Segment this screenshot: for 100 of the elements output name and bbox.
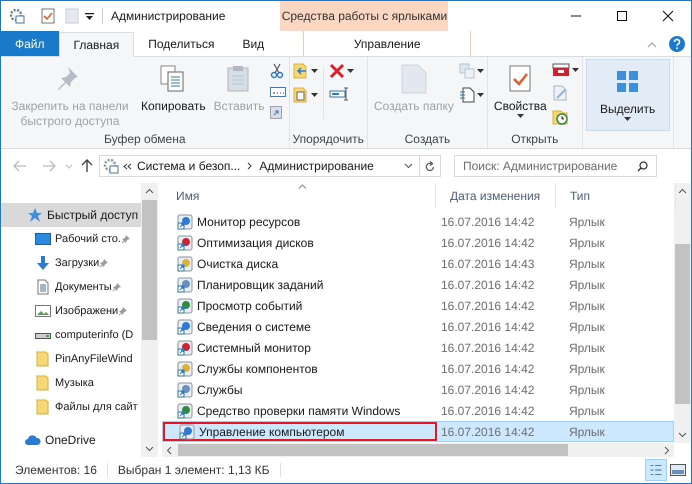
dropdown-icon[interactable] [516,114,524,118]
shortcut-icon [177,340,193,356]
scroll-down-icon[interactable] [145,446,154,452]
rename-icon[interactable] [328,87,348,101]
ribbon-tab[interactable]: Файл [1,31,59,56]
scissors-icon[interactable] [270,63,284,79]
file-row[interactable]: Службы 16.07.2016 14:42 Ярлык [162,379,674,400]
search-field[interactable]: Поиск: Администрирование [454,155,657,177]
ribbon-group-label: Создать [404,132,450,146]
date-cell: 16.07.2016 14:42 [441,424,534,438]
easy-access-icon[interactable] [458,87,475,103]
status-item-count: Элементов: 16 [15,462,97,479]
window-title: Администрирование [111,8,226,25]
scroll-right-icon[interactable] [664,446,670,454]
shortcut-icon [177,382,193,398]
search-icon[interactable] [637,160,648,172]
dropdown-icon[interactable] [624,117,632,121]
date-cell: 16.07.2016 14:42 [441,320,534,334]
file-name: Средство проверки памяти Windows [197,402,400,420]
nav-item[interactable]: Рабочий сто. [1,227,141,251]
ribbon-tab[interactable]: Поделиться [134,31,228,56]
help-icon[interactable] [669,36,685,52]
scroll-up-icon[interactable] [145,188,154,194]
shortcut-icon [177,318,193,334]
date-cell: 16.07.2016 14:42 [441,340,534,354]
breadcrumb-item[interactable]: Система и безоп... [137,157,240,175]
refresh-icon[interactable] [425,160,435,172]
file-row[interactable]: Оптимизация дисков 16.07.2016 14:42 Ярлык [162,232,674,253]
dropdown-icon[interactable] [346,69,354,73]
file-name: Сведения о системе [197,318,311,336]
dropdown-icon[interactable] [476,93,484,97]
shortcut-icon [177,276,193,292]
nav-item[interactable]: Загрузки [1,251,141,275]
nav-item[interactable]: Быстрый доступ [1,203,141,227]
ribbon-group-label: Упорядочить [292,132,364,146]
scrollbar-thumb[interactable] [178,444,568,456]
type-cell: Ярлык [569,362,605,376]
type-cell: Ярлык [569,256,605,270]
collapse-ribbon-icon[interactable] [647,42,657,48]
file-row[interactable]: Планировщик заданий 16.07.2016 14:42 Ярлык [162,274,674,295]
ribbon-group-label: Открыть [511,132,558,146]
up-icon[interactable] [81,159,93,173]
nav-item[interactable]: Файлы для сайт [1,395,141,419]
star-icon [27,207,43,223]
file-row[interactable]: Просмотр событий 16.07.2016 14:42 Ярлык [162,295,674,316]
scroll-down-icon[interactable] [678,432,687,438]
details-view-icon[interactable] [645,459,667,481]
date-cell: 16.07.2016 14:42 [441,382,534,396]
file-name: Монитор ресурсов [197,214,300,230]
file-row[interactable]: Управление компьютером 16.07.2016 14:42 Ярлык [162,421,674,442]
scrollbar-thumb[interactable] [142,200,157,340]
ribbon-tab[interactable]: Вид [228,31,278,56]
file-row[interactable]: Очистка диска 16.07.2016 14:43 Ярлык [162,253,674,274]
folder-icon [35,351,51,367]
ribbon-tab[interactable]: Управление [303,31,472,56]
paste-shortcut-icon[interactable] [270,105,282,119]
props-button[interactable]: Свойства [490,57,550,118]
nav-item[interactable]: Музыка [1,371,141,395]
nav-item[interactable]: Документы [1,275,141,299]
file-row[interactable]: Средство проверки памяти Windows 16.07.2016 14:42 Ярлык [162,400,674,421]
checklist-icon[interactable] [41,8,55,24]
delete-icon[interactable] [328,63,344,79]
dropdown-icon[interactable] [85,12,94,20]
copy-to-icon[interactable] [292,87,308,103]
nav-item[interactable]: Изображени [1,299,141,323]
date-cell: 16.07.2016 14:42 [441,236,534,250]
nav-item[interactable]: PinAnyFileWind [1,347,141,371]
dropdown-icon[interactable] [572,68,579,72]
dropdown-icon[interactable] [476,69,484,73]
copy-path-icon[interactable] [270,87,286,97]
large-icons-view-icon[interactable] [669,462,687,478]
copy-button[interactable]: Копировать [138,57,209,114]
history-icon[interactable] [552,109,568,125]
breadcrumb-item[interactable]: Администрирование [259,157,374,175]
nav-item[interactable]: OneDrive [1,428,141,452]
toolbox-icon[interactable] [552,63,570,77]
dropdown-icon[interactable] [310,93,318,97]
scrollbar-thumb[interactable] [675,244,690,404]
address-bar[interactable]: Система и безоп... Администрирование [99,155,441,177]
column-header[interactable]: Тип [570,187,590,205]
scroll-up-icon[interactable] [678,188,687,194]
dropdown-icon[interactable] [404,163,413,169]
column-header[interactable]: Дата изменения [450,187,540,205]
dropdown-icon[interactable] [310,69,318,73]
file-row[interactable]: Службы компонентов 16.07.2016 14:42 Ярлык [162,358,674,379]
file-row[interactable]: Системный монитор 16.07.2016 14:42 Ярлык [162,337,674,358]
ribbon-tab[interactable]: Главная [58,32,134,57]
chevron-right-icon[interactable] [247,162,252,170]
chevron-left-icon[interactable] [123,162,132,170]
shortcut-icon [177,360,193,376]
move-to-icon[interactable] [292,63,308,79]
nav-item[interactable]: computerinfo (D [1,323,141,347]
folder-icon [35,399,51,415]
file-row[interactable]: Сведения о системе 16.07.2016 14:42 Ярлык [162,316,674,337]
desktop-icon [35,231,51,247]
select-button[interactable]: Выделить [586,59,670,131]
column-header[interactable]: Имя [176,187,200,205]
scroll-left-icon[interactable] [166,446,172,454]
file-row[interactable]: Монитор ресурсов 16.07.2016 14:42 Ярлык [162,211,674,232]
date-cell: 16.07.2016 14:42 [441,362,534,376]
